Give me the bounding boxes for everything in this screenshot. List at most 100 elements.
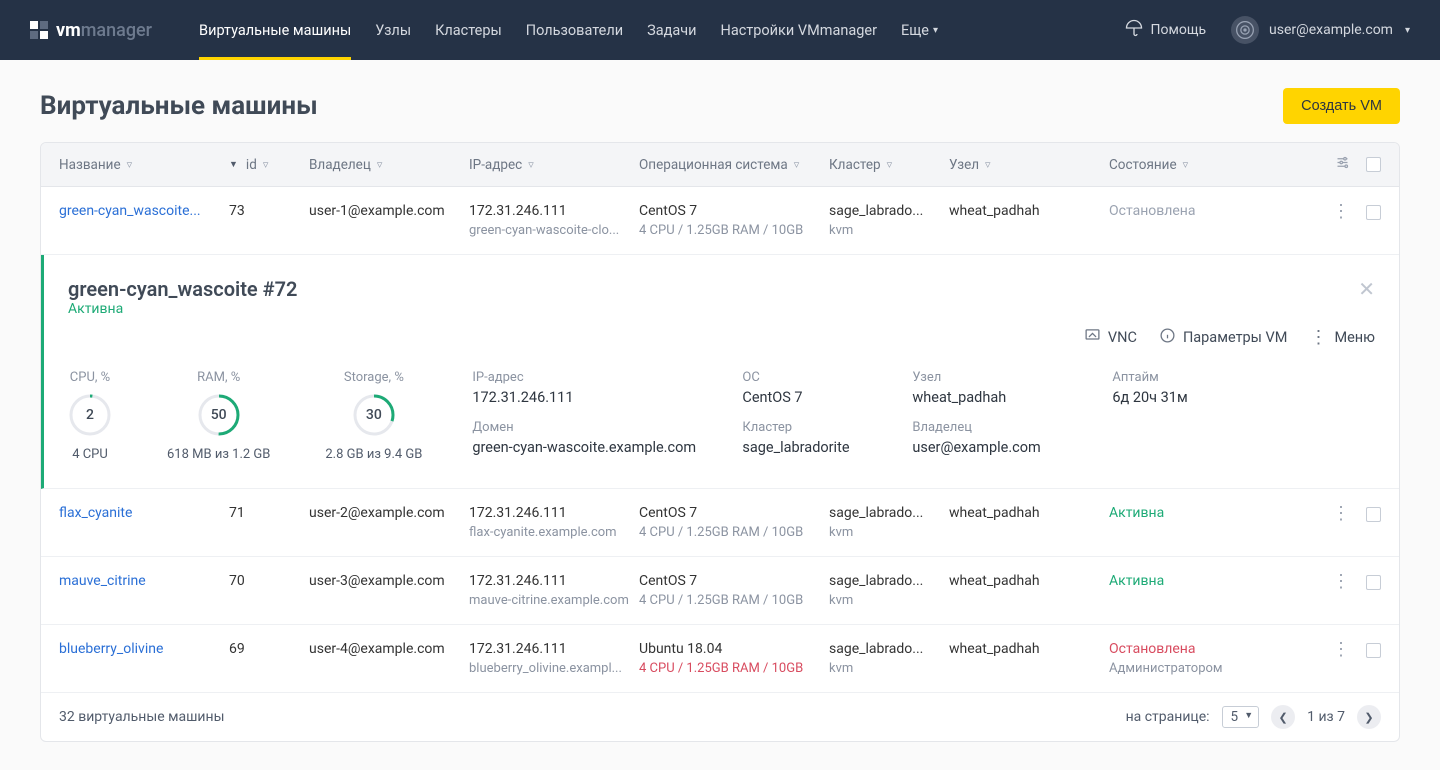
- gauge-ram: RAM, % 50 618 MB из 1.2 GB: [167, 370, 270, 462]
- nav-users[interactable]: Пользователи: [514, 0, 635, 60]
- panel-owner: user@example.com: [912, 439, 1092, 456]
- vm-domain: flax-cyanite.example.com: [469, 525, 639, 540]
- table-row[interactable]: green-cyan_wascoite... 73 user-1@example…: [41, 187, 1399, 255]
- vm-spec: 4 CPU / 1.25GB RAM / 10GB: [639, 661, 829, 676]
- logo-icon: [30, 21, 48, 39]
- vm-params-button[interactable]: Параметры VM: [1159, 327, 1288, 348]
- main-nav: Виртуальные машины Узлы Кластеры Пользов…: [187, 0, 1124, 60]
- vm-os: CentOS 7: [639, 203, 829, 219]
- panel-status: Активна: [68, 301, 297, 317]
- nav-tasks[interactable]: Задачи: [635, 0, 708, 60]
- row-checkbox[interactable]: [1366, 507, 1381, 522]
- logo[interactable]: vmmanager: [30, 20, 152, 41]
- gauge-storage: Storage, % 30 2.8 GB из 9.4 GB: [325, 370, 422, 462]
- th-owner[interactable]: Владелец▿: [309, 157, 469, 173]
- vm-spec: 4 CPU / 1.25GB RAM / 10GB: [639, 593, 829, 608]
- vm-os: Ubuntu 18.04: [639, 641, 829, 657]
- panel-node: wheat_padhah: [912, 389, 1092, 406]
- page: Виртуальные машины Создать VM Название▿ …: [0, 60, 1440, 770]
- dots-icon: ⋮: [1309, 329, 1327, 347]
- row-checkbox[interactable]: [1366, 575, 1381, 590]
- vm-os: CentOS 7: [639, 573, 829, 589]
- vm-domain: green-cyan-wascoite-clo...: [469, 223, 639, 238]
- vm-menu-button[interactable]: ⋮Меню: [1309, 329, 1375, 347]
- topbar-right: Помощь user@example.com ▾: [1125, 16, 1410, 44]
- per-page-select[interactable]: 5: [1222, 706, 1260, 728]
- nav-vms[interactable]: Виртуальные машины: [187, 0, 363, 60]
- logo-text-vm: vm: [56, 20, 81, 41]
- vm-detail-panel: green-cyan_wascoite #72 Активна ✕ VNC Па…: [41, 255, 1399, 489]
- vm-node: wheat_padhah: [949, 573, 1109, 589]
- vm-cluster-type: kvm: [829, 223, 949, 238]
- table-row[interactable]: flax_cyanite 71 user-2@example.com 172.3…: [41, 489, 1399, 557]
- table-row[interactable]: blueberry_olivine 69 user-4@example.com …: [41, 625, 1399, 693]
- th-node[interactable]: Узел▿: [949, 157, 1109, 173]
- vm-ip: 172.31.246.111: [469, 641, 639, 657]
- vm-ip: 172.31.246.111: [469, 573, 639, 589]
- panel-uptime: 6д 20ч 31м: [1112, 389, 1232, 406]
- vm-spec: 4 CPU / 1.25GB RAM / 10GB: [639, 525, 829, 540]
- logo-text-manager: manager: [81, 20, 152, 41]
- th-state[interactable]: Состояние▿: [1109, 157, 1249, 173]
- vm-cluster: sage_labrado...: [829, 203, 949, 219]
- user-menu[interactable]: user@example.com ▾: [1231, 16, 1410, 44]
- vm-name-link[interactable]: mauve_citrine: [59, 573, 146, 589]
- create-vm-button[interactable]: Создать VM: [1283, 88, 1400, 124]
- vm-state: ОстановленаАдминистратором: [1109, 641, 1249, 676]
- user-email: user@example.com: [1269, 22, 1393, 38]
- filter-icon: ▿: [263, 158, 269, 171]
- chevron-down-icon: ▾: [1405, 25, 1410, 36]
- vm-name-link[interactable]: blueberry_olivine: [59, 641, 163, 657]
- row-menu-icon[interactable]: ⋮: [1332, 641, 1350, 659]
- gauge-cpu: CPU, % 2 4 CPU: [68, 370, 112, 462]
- page-title: Виртуальные машины: [40, 91, 318, 121]
- help-link[interactable]: Помощь: [1125, 19, 1207, 41]
- monitor-icon: [1084, 327, 1101, 348]
- select-all-checkbox[interactable]: [1366, 157, 1381, 172]
- th-id[interactable]: ▼id▿: [229, 157, 309, 173]
- filter-icon: ▿: [794, 158, 800, 171]
- th-name[interactable]: Название▿: [59, 157, 229, 173]
- prev-page-button[interactable]: ❮: [1271, 705, 1295, 729]
- vm-id: 69: [229, 641, 309, 657]
- vm-id: 71: [229, 505, 309, 521]
- row-menu-icon[interactable]: ⋮: [1332, 505, 1350, 523]
- close-icon[interactable]: ✕: [1358, 277, 1375, 301]
- th-ip[interactable]: IP-адрес▿: [469, 157, 639, 173]
- nav-clusters[interactable]: Кластеры: [423, 0, 514, 60]
- column-settings-icon[interactable]: [1335, 155, 1350, 174]
- vm-name-link[interactable]: flax_cyanite: [59, 505, 132, 521]
- nav-settings[interactable]: Настройки VMmanager: [708, 0, 889, 60]
- filter-icon: ▿: [377, 158, 383, 171]
- row-checkbox[interactable]: [1366, 205, 1381, 220]
- nav-more[interactable]: Еще▾: [889, 0, 950, 60]
- vm-id: 70: [229, 573, 309, 589]
- umbrella-icon: [1125, 19, 1143, 41]
- topbar: vmmanager Виртуальные машины Узлы Класте…: [0, 0, 1440, 60]
- vm-cluster-type: kvm: [829, 661, 949, 676]
- vm-ip: 172.31.246.111: [469, 505, 639, 521]
- gauges: CPU, % 2 4 CPU RAM, % 50 618 MB из 1.2 G…: [68, 370, 422, 462]
- vm-state: Остановлена: [1109, 203, 1249, 219]
- panel-domain: green-cyan-wascoite.example.com: [472, 439, 722, 456]
- vm-state: Активна: [1109, 573, 1249, 589]
- row-menu-icon[interactable]: ⋮: [1332, 573, 1350, 591]
- sort-desc-icon: ▼: [229, 159, 238, 170]
- row-checkbox[interactable]: [1366, 643, 1381, 658]
- nav-nodes[interactable]: Узлы: [363, 0, 423, 60]
- table-row[interactable]: mauve_citrine 70 user-3@example.com 172.…: [41, 557, 1399, 625]
- per-page-label: на странице:: [1126, 709, 1210, 725]
- vnc-button[interactable]: VNC: [1084, 327, 1137, 348]
- row-menu-icon[interactable]: ⋮: [1332, 203, 1350, 221]
- table-header: Название▿ ▼id▿ Владелец▿ IP-адрес▿ Опера…: [41, 143, 1399, 187]
- vm-cluster: sage_labrado...: [829, 573, 949, 589]
- next-page-button[interactable]: ❯: [1357, 705, 1381, 729]
- panel-os: CentOS 7: [742, 389, 892, 406]
- th-os[interactable]: Операционная система▿: [639, 157, 829, 173]
- panel-title: green-cyan_wascoite #72: [68, 277, 297, 301]
- total-count: 32 виртуальные машины: [59, 709, 224, 725]
- th-cluster[interactable]: Кластер▿: [829, 157, 949, 173]
- vm-domain: mauve-citrine.example.com: [469, 593, 639, 608]
- filter-icon: ▿: [528, 158, 534, 171]
- vm-name-link[interactable]: green-cyan_wascoite...: [59, 203, 201, 219]
